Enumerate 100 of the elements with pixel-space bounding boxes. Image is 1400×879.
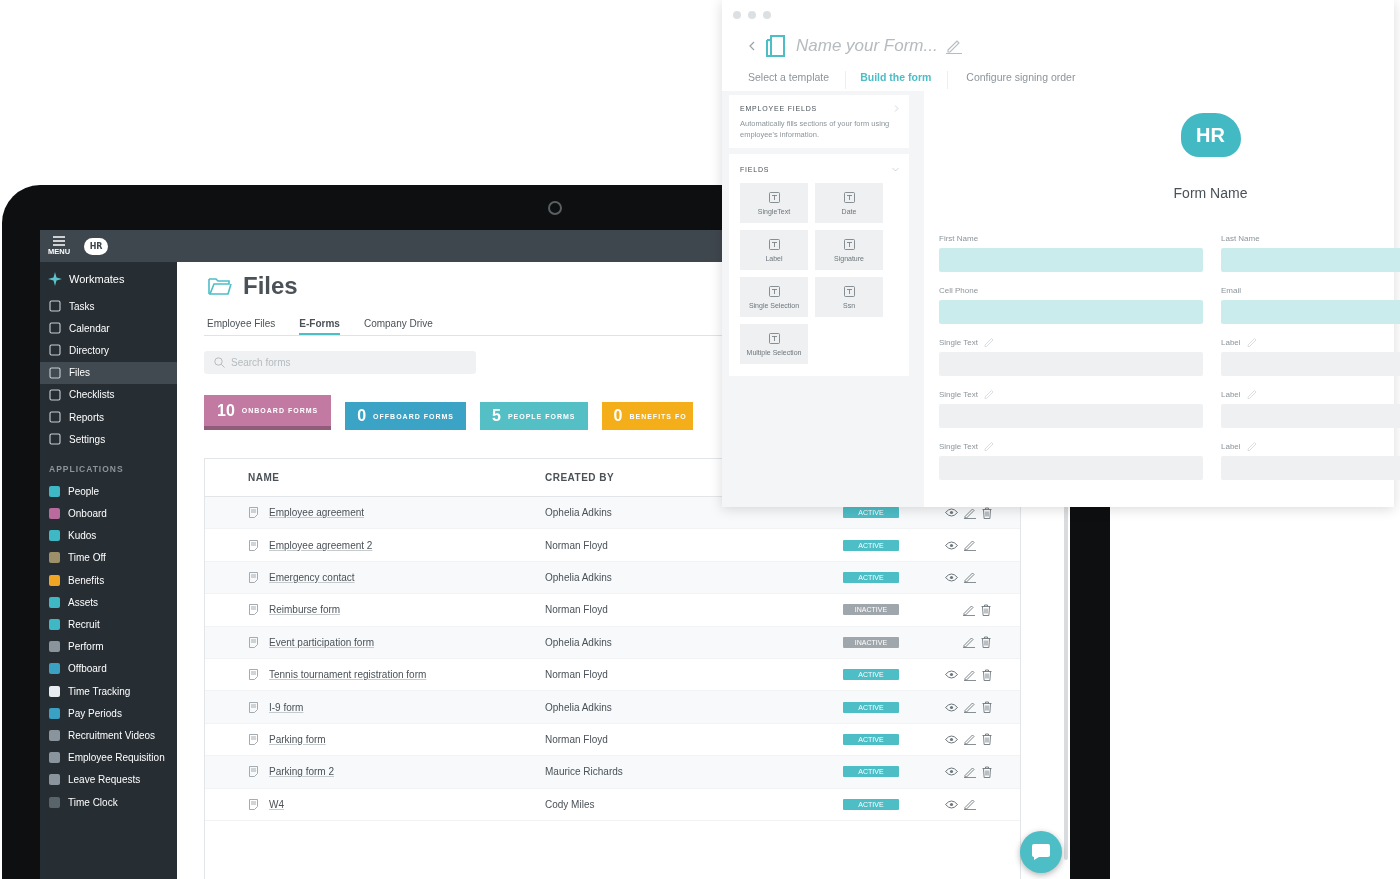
pencil-icon[interactable] bbox=[964, 668, 976, 681]
column-header: NAME bbox=[248, 472, 281, 483]
document-icon bbox=[249, 669, 258, 681]
table-cell-text: Ophelia Adkins bbox=[545, 701, 613, 713]
pencil-icon[interactable] bbox=[964, 539, 976, 552]
trash-icon[interactable] bbox=[982, 506, 992, 519]
field-label: Last Name bbox=[1221, 233, 1260, 243]
sidebar-item[interactable]: Pay Periods bbox=[40, 702, 177, 725]
form-name-link[interactable]: I-9 form bbox=[269, 701, 545, 713]
sidebar-item[interactable]: Kudos bbox=[40, 524, 177, 547]
table-cell-text: Norman Floyd bbox=[545, 669, 609, 681]
eye-icon[interactable] bbox=[945, 540, 958, 550]
sidebar-item[interactable]: Perform bbox=[40, 635, 177, 658]
eye-icon[interactable] bbox=[945, 572, 958, 582]
trash-icon[interactable] bbox=[982, 765, 992, 778]
field-type-icon bbox=[843, 285, 855, 297]
pencil-icon[interactable] bbox=[964, 798, 976, 811]
input-field[interactable] bbox=[939, 248, 1203, 272]
sidebar-item[interactable]: Directory bbox=[40, 339, 177, 362]
outline-icon bbox=[49, 300, 61, 313]
form-name-link[interactable]: Parking form bbox=[269, 733, 545, 745]
sidebar-brand[interactable]: Workmates bbox=[40, 270, 177, 295]
document-icon bbox=[249, 798, 258, 810]
pencil-icon[interactable] bbox=[963, 603, 975, 616]
trash-icon[interactable] bbox=[982, 668, 992, 681]
form-name-link[interactable]: Emergency contact bbox=[269, 571, 545, 583]
outline-icon bbox=[49, 366, 61, 379]
field-type-icon bbox=[843, 238, 855, 250]
tab[interactable]: Employee Files bbox=[207, 318, 276, 335]
eye-icon[interactable] bbox=[945, 799, 958, 809]
outline-icon bbox=[49, 433, 61, 446]
pencil-icon[interactable] bbox=[964, 701, 976, 714]
star-icon bbox=[48, 271, 62, 286]
eye-icon[interactable] bbox=[945, 767, 958, 777]
field-label: Email bbox=[1221, 285, 1241, 295]
form-name-link[interactable]: Reimburse form bbox=[269, 604, 545, 616]
eye-icon[interactable] bbox=[945, 734, 958, 744]
sidebar-item[interactable]: Recruitment Videos bbox=[40, 724, 177, 747]
sidebar-item[interactable]: Recruit bbox=[40, 613, 177, 636]
outline-icon bbox=[49, 411, 61, 424]
cloud-logo: HR bbox=[1180, 113, 1241, 157]
sidebar-item[interactable]: People bbox=[40, 480, 177, 503]
sidebar-item[interactable]: Calendar bbox=[40, 317, 177, 340]
form-name-field[interactable]: Name your Form... bbox=[796, 36, 936, 56]
table-cell-text: Norman Floyd bbox=[545, 539, 609, 551]
field-label: Label bbox=[1221, 337, 1241, 347]
document-icon bbox=[249, 604, 258, 616]
pencil-icon[interactable] bbox=[963, 636, 975, 649]
pencil-icon[interactable] bbox=[964, 571, 976, 584]
sidebar-item[interactable]: Reports bbox=[40, 405, 177, 429]
input-field[interactable] bbox=[939, 300, 1203, 324]
table-cell-text: Ophelia Adkins bbox=[545, 636, 613, 648]
trash-icon[interactable] bbox=[982, 733, 992, 746]
eye-icon[interactable] bbox=[945, 670, 958, 680]
sidebar-item[interactable]: Employee Requisition bbox=[40, 746, 177, 769]
pencil-icon[interactable] bbox=[964, 506, 976, 519]
sidebar-item[interactable]: Assets bbox=[40, 591, 177, 614]
form-name-link[interactable]: W4 bbox=[269, 798, 545, 810]
sidebar-item[interactable]: Time Clock bbox=[40, 790, 177, 814]
table-cell-text: Norman Floyd bbox=[545, 733, 609, 745]
eye-icon[interactable] bbox=[945, 508, 958, 518]
table-cell-text: Norman Floyd bbox=[545, 604, 609, 616]
form-name-link[interactable]: Employee agreement bbox=[269, 507, 545, 519]
sidebar-item[interactable]: Benefits bbox=[40, 569, 177, 592]
input-field[interactable] bbox=[1221, 300, 1400, 324]
search-field[interactable]: Search forms bbox=[204, 351, 476, 374]
back-icon[interactable] bbox=[748, 41, 756, 51]
pencil-icon[interactable] bbox=[964, 733, 976, 746]
sidebar-item[interactable]: Checklists bbox=[40, 383, 177, 406]
trash-icon[interactable] bbox=[981, 636, 991, 649]
outline-icon bbox=[49, 322, 61, 335]
sidebar-item[interactable]: Settings bbox=[40, 428, 177, 451]
form-name-link[interactable]: Tennis tournament registration form bbox=[269, 669, 545, 681]
form-name-link[interactable]: Employee agreement 2 bbox=[269, 539, 545, 551]
window-dots-icon bbox=[733, 11, 771, 19]
sidebar-item[interactable]: Onboard bbox=[40, 502, 177, 525]
form-name-link[interactable]: Event participation form bbox=[269, 636, 545, 648]
tab[interactable]: Company Drive bbox=[363, 318, 433, 335]
sidebar-item[interactable]: Offboard bbox=[40, 657, 177, 680]
sidebar-item[interactable]: Time Tracking bbox=[40, 680, 177, 703]
table-cell-text: Ophelia Adkins bbox=[545, 507, 613, 519]
trash-icon[interactable] bbox=[982, 701, 992, 714]
sidebar-item[interactable]: Leave Requests bbox=[40, 768, 177, 791]
sidebar-item[interactable]: Time Off bbox=[40, 546, 177, 570]
document-icon bbox=[249, 701, 258, 713]
column-header: CREATED BY bbox=[545, 472, 616, 483]
document-icon bbox=[249, 733, 258, 745]
pencil-icon[interactable] bbox=[964, 765, 976, 778]
section-heading: APPLICATIONS bbox=[48, 463, 125, 477]
search-icon bbox=[214, 357, 225, 368]
field-label: Label bbox=[1221, 441, 1241, 451]
input-field[interactable] bbox=[1221, 248, 1400, 272]
trash-icon[interactable] bbox=[981, 603, 991, 616]
sidebar-item[interactable]: Files bbox=[40, 361, 177, 384]
eye-icon[interactable] bbox=[945, 702, 958, 712]
form-name-link[interactable]: Parking form 2 bbox=[269, 766, 545, 778]
pencil-icon[interactable] bbox=[946, 38, 962, 54]
brand-name: Workmates bbox=[69, 272, 125, 285]
sidebar-item[interactable]: Tasks bbox=[40, 295, 177, 318]
tab[interactable]: E-Forms bbox=[299, 318, 340, 335]
